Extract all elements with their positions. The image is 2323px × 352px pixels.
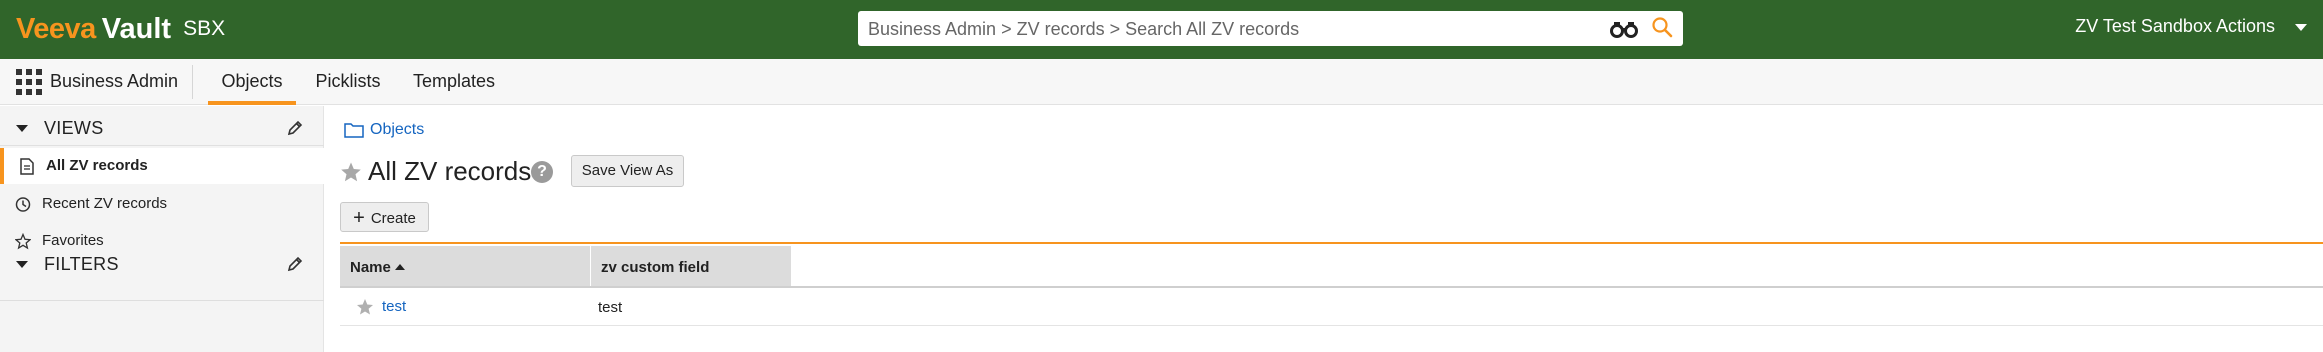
column-header-zv-custom-field[interactable]: zv custom field <box>591 246 791 286</box>
favorite-star-icon[interactable] <box>340 161 362 183</box>
row-favorite-star-icon[interactable] <box>356 298 374 316</box>
save-view-as-button[interactable]: Save View As <box>571 155 684 187</box>
app-launcher-grid-icon[interactable] <box>16 69 42 95</box>
search-input[interactable]: Business Admin > ZV records > Search All… <box>868 19 1299 40</box>
edit-views-pencil-icon[interactable] <box>286 119 304 137</box>
logo-veeva-text: Veeva <box>16 12 96 45</box>
column-header-label: zv custom field <box>601 259 710 276</box>
sidebar-item-recent-zv-records[interactable]: Recent ZV records <box>0 186 324 222</box>
global-search-box[interactable]: Business Admin > ZV records > Search All… <box>858 11 1683 46</box>
binoculars-icon[interactable] <box>1610 19 1638 39</box>
edit-filters-pencil-icon[interactable] <box>286 255 304 273</box>
app-name[interactable]: Business Admin <box>50 71 178 92</box>
folder-icon <box>344 123 364 138</box>
create-button[interactable]: + Create <box>340 202 429 232</box>
logo-vault-text: Vault <box>101 12 172 45</box>
table-row: test test <box>340 288 2323 326</box>
chevron-down-icon[interactable] <box>2295 24 2307 31</box>
sidebar-item-all-zv-records[interactable]: All ZV records <box>0 148 324 184</box>
views-sidebar: VIEWS All ZV records Recent ZV records F… <box>0 106 324 352</box>
search-icon[interactable] <box>1651 16 1673 38</box>
breadcrumb: Objects <box>344 121 424 139</box>
record-name-link[interactable]: test <box>382 298 406 315</box>
sort-ascending-icon <box>394 264 405 270</box>
filters-divider <box>0 300 324 301</box>
help-icon[interactable]: ? <box>531 161 553 183</box>
sidebar-item-label: Recent ZV records <box>42 195 168 212</box>
sandbox-actions-menu[interactable]: ZV Test Sandbox Actions <box>2075 16 2275 37</box>
app-nav-bar: Business Admin Objects Picklists Templat… <box>0 59 2323 105</box>
sidebar-item-label: All ZV records <box>46 157 148 174</box>
cell-zv-custom-field: test <box>598 299 623 316</box>
create-button-label: Create <box>370 210 416 227</box>
table-top-accent-rule <box>340 242 2323 244</box>
views-section-header[interactable]: VIEWS <box>0 110 324 146</box>
document-icon <box>20 158 34 175</box>
column-header-name[interactable]: Name <box>340 246 590 286</box>
collapse-caret-icon[interactable] <box>16 125 28 132</box>
vault-logo[interactable]: Veeva Vault SBX <box>16 12 225 46</box>
tab-picklists[interactable]: Picklists <box>296 59 400 105</box>
filters-section-header[interactable]: FILTERS <box>0 246 324 282</box>
tab-templates[interactable]: Templates <box>400 59 508 105</box>
collapse-caret-icon[interactable] <box>16 261 28 268</box>
nav-divider <box>192 65 193 99</box>
views-label: VIEWS <box>44 118 104 138</box>
environment-label: SBX <box>183 17 226 40</box>
top-header: Veeva Vault SBX Business Admin > ZV reco… <box>0 0 2323 59</box>
filters-label: FILTERS <box>44 254 119 274</box>
plus-icon: + <box>353 207 365 229</box>
clock-icon <box>15 197 31 212</box>
column-header-label: Name <box>350 259 391 276</box>
page-title: All ZV records <box>368 156 532 186</box>
breadcrumb-link-objects[interactable]: Objects <box>370 121 424 139</box>
tab-objects[interactable]: Objects <box>208 59 296 105</box>
